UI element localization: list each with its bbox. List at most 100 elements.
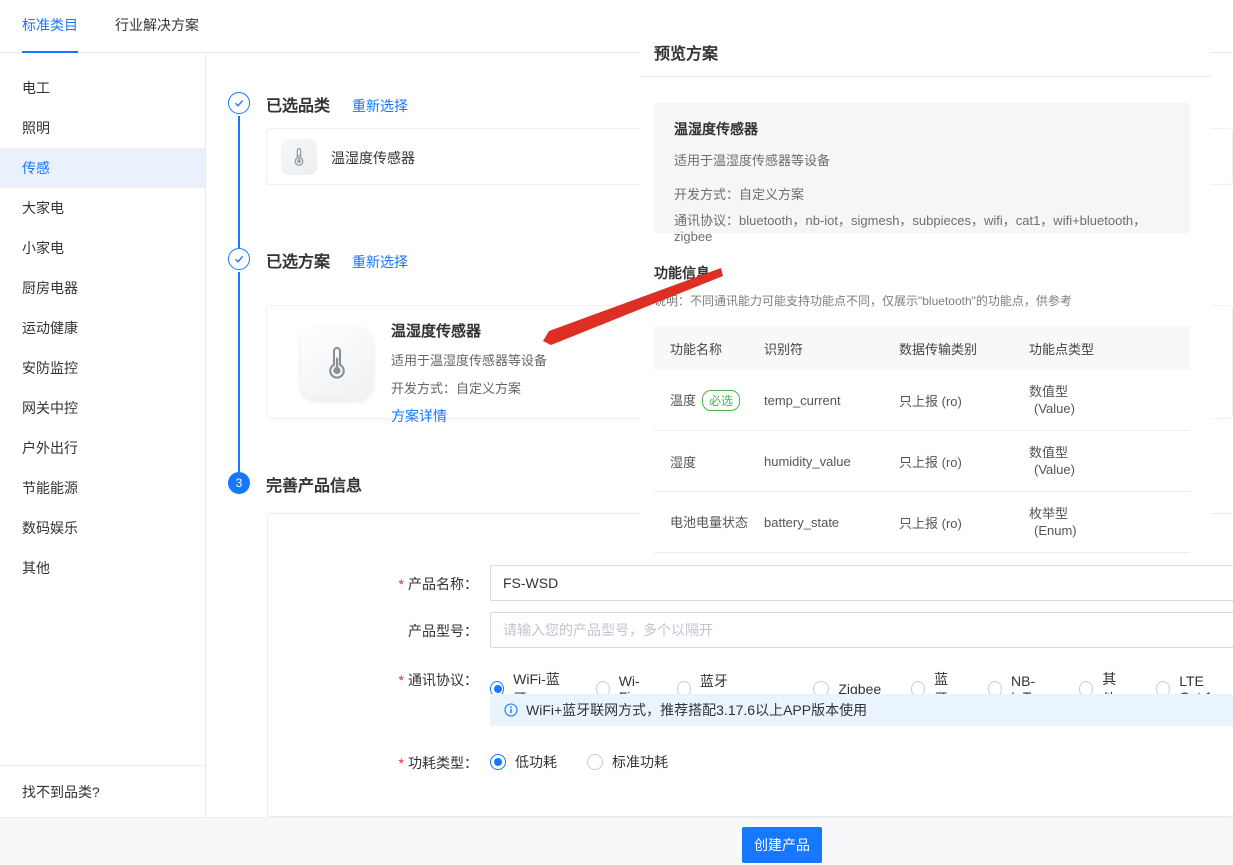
col-identifier: 识别符	[764, 339, 899, 358]
sidebar-item-11[interactable]: 数码娱乐	[0, 508, 205, 548]
func-name-cell: 湿度	[654, 452, 764, 471]
step3-title: 完善产品信息	[266, 472, 362, 496]
function-table-row-1: 湿度 humidity_value只上报 (ro)数值型(Value)	[654, 431, 1190, 492]
func-name: 温度	[670, 393, 696, 408]
function-info-note: 说明：不同通讯能力可能支持功能点不同，仅展示"bluetooth"的功能点，供参…	[654, 292, 1072, 309]
transfer-type-cell: 只上报 (ro)	[899, 391, 1029, 410]
radio-dot[interactable]	[587, 754, 603, 770]
dp-type-cell: 枚举型(Enum)	[1029, 505, 1190, 539]
power-options-option-1[interactable]: 标准功耗	[587, 752, 668, 772]
thermometer-icon	[281, 139, 317, 175]
page-footer: 创建产品	[0, 817, 1233, 865]
required-badge: 必选	[702, 390, 740, 411]
func-name-cell: 电池电量状态	[654, 514, 764, 531]
preview-dev-mode: 开发方式：自定义方案	[674, 184, 1170, 203]
sidebar-item-5[interactable]: 厨房电器	[0, 268, 205, 308]
step1-title: 已选品类	[266, 92, 330, 116]
preview-panel: 预览方案 温湿度传感器 适用于温湿度传感器等设备 开发方式：自定义方案 通讯协议…	[640, 0, 1211, 560]
dp-type-cell: 数值型(Value)	[1029, 383, 1190, 417]
dp-type-name: 枚举型	[1029, 505, 1190, 522]
solution-name: 温湿度传感器	[391, 320, 547, 341]
transfer-type-cell: 只上报 (ro)	[899, 513, 1029, 532]
preview-header	[640, 0, 1211, 77]
step3-number: 3	[236, 476, 243, 490]
product-create-page: 标准类目 行业解决方案 电工照明传感大家电小家电厨房电器运动健康安防监控网关中控…	[0, 0, 1233, 865]
func-name: 电池电量状态	[670, 514, 750, 531]
dp-type-code: (Enum)	[1029, 522, 1190, 539]
tab-standard-category[interactable]: 标准类目	[22, 0, 78, 53]
sidebar-item-7[interactable]: 安防监控	[0, 348, 205, 388]
radio-label: 低功耗	[515, 752, 557, 772]
step3-number-badge: 3	[228, 472, 250, 494]
sidebar-item-12[interactable]: 其他	[0, 548, 205, 588]
dp-type-cell: 数值型(Value)	[1029, 444, 1190, 478]
preview-title: 预览方案	[654, 40, 718, 64]
transfer-type-cell: 只上报 (ro)	[899, 452, 1029, 471]
col-dp-type: 功能点类型	[1029, 339, 1190, 358]
sidebar-item-1[interactable]: 照明	[0, 108, 205, 148]
step1-header: 已选品类 重新选择	[266, 92, 408, 116]
function-table-body: 温度必选temp_current只上报 (ro)数值型(Value)湿度humi…	[654, 370, 1190, 553]
solution-card-text: 温湿度传感器 适用于温湿度传感器等设备 开发方式：自定义方案 方案详情	[391, 320, 547, 426]
protocol-hint-bar: WiFi+蓝牙联网方式，推荐搭配3.17.6以上APP版本使用	[490, 694, 1233, 726]
power-options-option-0[interactable]: 低功耗	[490, 752, 557, 772]
preview-protocols: 通讯协议：bluetooth，nb-iot，sigmesh，subpieces，…	[674, 210, 1170, 244]
sidebar-item-8[interactable]: 网关中控	[0, 388, 205, 428]
preview-summary-box: 温湿度传感器 适用于温湿度传感器等设备 开发方式：自定义方案 通讯协议：blue…	[654, 103, 1190, 233]
product-name-input[interactable]	[490, 565, 1233, 601]
tab-industry-solutions[interactable]: 行业解决方案	[115, 0, 199, 53]
product-model-label: 产品型号：	[368, 621, 478, 641]
radio-label: 标准功耗	[612, 752, 668, 772]
dp-type-name: 数值型	[1029, 444, 1190, 461]
solution-desc: 适用于温湿度传感器等设备	[391, 350, 547, 369]
function-table: 功能名称 识别符 数据传输类别 功能点类型 温度必选temp_current只上…	[654, 326, 1190, 553]
step2-title: 已选方案	[266, 248, 330, 272]
cannot-find-category-link[interactable]: 找不到品类?	[0, 765, 205, 817]
sidebar-item-6[interactable]: 运动健康	[0, 308, 205, 348]
sidebar-item-4[interactable]: 小家电	[0, 228, 205, 268]
required-asterisk: *	[399, 576, 404, 592]
product-model-input[interactable]	[490, 612, 1233, 648]
col-transfer-type: 数据传输类别	[899, 339, 1029, 358]
sidebar-item-0[interactable]: 电工	[0, 68, 205, 108]
function-table-row-2: 电池电量状态 battery_state只上报 (ro)枚举型(Enum)	[654, 492, 1190, 553]
step2-check-icon	[228, 248, 250, 270]
function-table-header: 功能名称 识别符 数据传输类别 功能点类型	[654, 326, 1190, 370]
category-list: 电工照明传感大家电小家电厨房电器运动健康安防监控网关中控户外出行节能能源数码娱乐…	[0, 54, 205, 588]
create-product-button[interactable]: 创建产品	[742, 827, 822, 863]
protocol-label: *通讯协议：	[368, 670, 478, 690]
sidebar-item-3[interactable]: 大家电	[0, 188, 205, 228]
step2-reselect-link[interactable]: 重新选择	[352, 252, 408, 272]
identifier-cell: temp_current	[764, 393, 899, 408]
step3-header: 完善产品信息	[266, 472, 362, 496]
required-asterisk: *	[399, 672, 404, 688]
thermometer-glyph	[289, 147, 309, 167]
power-type-radio-group: 低功耗 标准功耗	[490, 752, 668, 772]
func-name: 湿度	[670, 455, 696, 470]
step1-check-icon	[228, 92, 250, 114]
check-icon	[233, 253, 245, 265]
identifier-cell: humidity_value	[764, 454, 899, 469]
radio-dot[interactable]	[490, 754, 506, 770]
sidebar-item-9[interactable]: 户外出行	[0, 428, 205, 468]
step1-reselect-link[interactable]: 重新选择	[352, 96, 408, 116]
step2-header: 已选方案 重新选择	[266, 248, 408, 272]
col-function-name: 功能名称	[654, 339, 764, 358]
check-icon	[233, 97, 245, 109]
protocol-hint-text: WiFi+蓝牙联网方式，推荐搭配3.17.6以上APP版本使用	[526, 700, 867, 720]
power-type-label: *功耗类型：	[368, 753, 478, 773]
dp-type-code: (Value)	[1029, 461, 1190, 478]
identifier-cell: battery_state	[764, 515, 899, 530]
dp-type-name: 数值型	[1029, 383, 1190, 400]
required-asterisk: *	[399, 755, 404, 771]
solution-detail-link[interactable]: 方案详情	[391, 406, 547, 426]
thermometer-icon	[301, 327, 373, 399]
sidebar-item-2[interactable]: 传感	[0, 148, 205, 188]
dp-type-code: (Value)	[1029, 400, 1190, 417]
function-info-title: 功能信息	[654, 263, 710, 283]
selected-category-name: 温湿度传感器	[331, 148, 415, 168]
solution-dev-mode: 开发方式：自定义方案	[391, 378, 547, 397]
thermometer-glyph	[319, 345, 355, 381]
sidebar-item-10[interactable]: 节能能源	[0, 468, 205, 508]
category-sidebar: 电工照明传感大家电小家电厨房电器运动健康安防监控网关中控户外出行节能能源数码娱乐…	[0, 54, 206, 817]
